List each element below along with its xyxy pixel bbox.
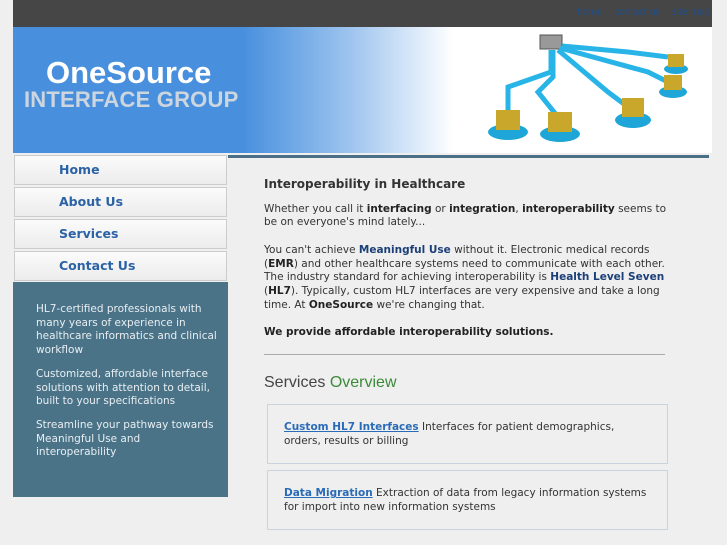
top-links: home contact us site map bbox=[565, 7, 710, 18]
header-banner: OneSource INTERFACE GROUP bbox=[13, 27, 712, 153]
logo-title: OneSource bbox=[46, 55, 212, 90]
sidebar-text: Customized, affordable interface solutio… bbox=[36, 367, 210, 408]
nav-home[interactable]: Home bbox=[14, 155, 227, 185]
content-top-border bbox=[228, 155, 709, 158]
nav-services[interactable]: Services bbox=[14, 219, 227, 249]
divider bbox=[264, 353, 665, 355]
logo-subtitle: INTERFACE GROUP bbox=[24, 87, 239, 112]
services-heading: Services Overview bbox=[264, 373, 397, 391]
intro-paragraph: Whether you call it interfacing or integ… bbox=[264, 202, 667, 229]
top-bar: home contact us site map bbox=[13, 0, 712, 27]
main-nav: Home About Us Services Contact Us bbox=[14, 155, 227, 283]
nav-contact-us[interactable]: Contact Us bbox=[14, 251, 227, 281]
sidebar-text: HL7-certified professionals with many ye… bbox=[36, 303, 217, 357]
sidebar-info: HL7-certified professionals with many ye… bbox=[13, 282, 228, 497]
nav-about-us[interactable]: About Us bbox=[14, 187, 227, 217]
network-folders-illustration bbox=[488, 34, 688, 142]
page-title: Interoperability in Healthcare bbox=[264, 177, 466, 191]
link-contact-us[interactable]: contact us bbox=[614, 7, 660, 18]
service-link-data-migration[interactable]: Data Migration bbox=[284, 487, 373, 499]
link-home[interactable]: home bbox=[577, 7, 603, 18]
main-content: Interoperability in Healthcare Whether y… bbox=[264, 177, 669, 536]
tagline: We provide affordable interoperability s… bbox=[264, 326, 554, 338]
link-site-map[interactable]: site map bbox=[672, 7, 710, 18]
hl7-paragraph: You can't achieve Meaningful Use without… bbox=[264, 243, 665, 311]
sidebar-text: Streamline your pathway towards Meaningf… bbox=[36, 418, 214, 459]
service-card: Data Migration Extraction of data from l… bbox=[267, 470, 668, 531]
service-link-custom-hl7[interactable]: Custom HL7 Interfaces bbox=[284, 421, 419, 433]
service-card: Custom HL7 Interfaces Interfaces for pat… bbox=[267, 404, 668, 465]
